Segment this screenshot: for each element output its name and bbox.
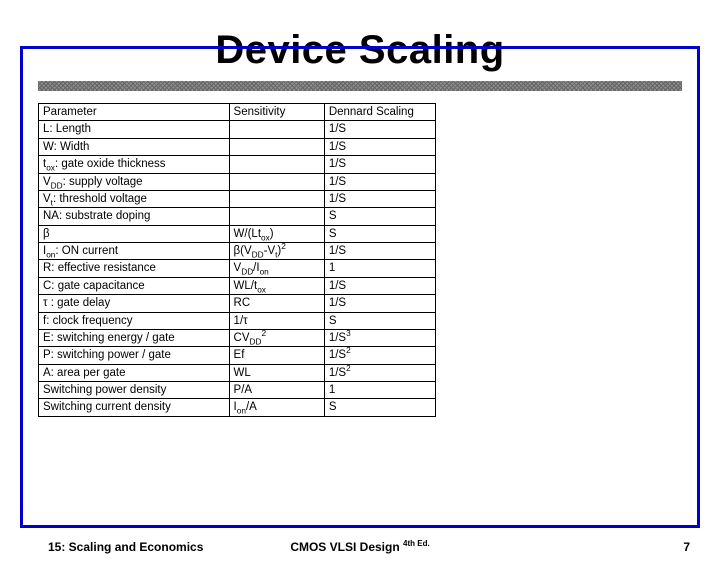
footer-edition: 4th Ed. xyxy=(403,539,430,548)
footer: 15: Scaling and Economics CMOS VLSI Desi… xyxy=(0,534,720,554)
slide-border xyxy=(20,46,700,528)
title-underline xyxy=(38,81,682,91)
footer-page-number: 7 xyxy=(683,540,690,554)
footer-center: CMOS VLSI Design 4th Ed. xyxy=(290,539,429,554)
footer-center-main: CMOS VLSI Design xyxy=(290,540,399,554)
footer-left: 15: Scaling and Economics xyxy=(48,540,203,554)
